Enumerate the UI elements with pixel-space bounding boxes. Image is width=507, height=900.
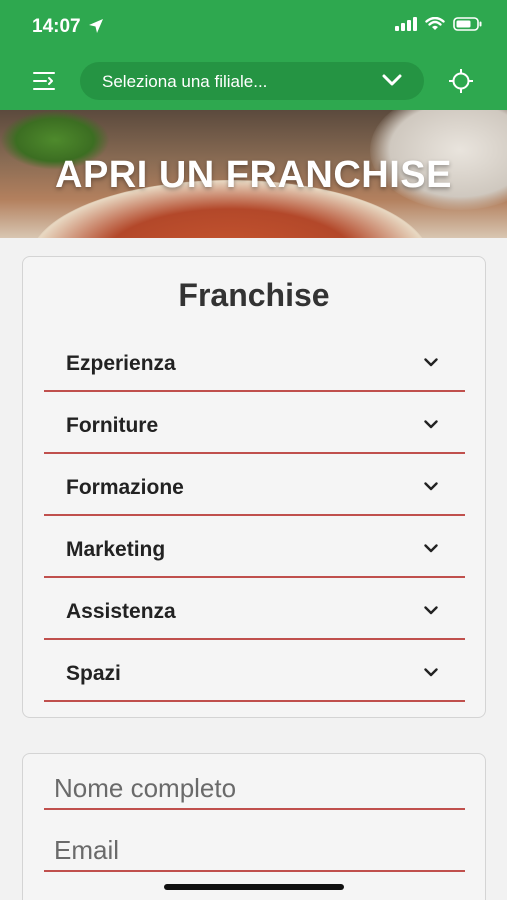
status-bar: 14:07: [0, 0, 507, 54]
franchise-card: Franchise Ezperienza Forniture Formazion…: [22, 256, 486, 718]
chevron-down-icon: [424, 668, 438, 677]
app-header: 14:07 Seleziona una filiale...: [0, 0, 507, 110]
status-time: 14:07: [32, 16, 81, 37]
chevron-down-icon: [424, 420, 438, 429]
contact-form-card: [22, 753, 486, 900]
full-name-field[interactable]: [44, 768, 465, 810]
chevron-down-icon: [424, 358, 438, 367]
chevron-down-icon: [424, 544, 438, 553]
accordion-label: Marketing: [66, 538, 166, 561]
accordion-label: Assistenza: [66, 600, 176, 623]
battery-icon: [453, 17, 482, 31]
hero-title: APRI UN FRANCHISE: [55, 154, 452, 196]
email-input[interactable]: [44, 830, 465, 870]
locate-target-icon[interactable]: [449, 69, 473, 93]
accordion-label: Spazi: [66, 662, 121, 685]
branch-select[interactable]: Seleziona una filiale...: [80, 62, 424, 100]
accordion-item-marketing[interactable]: Marketing: [44, 516, 465, 578]
accordion-item-assistenza[interactable]: Assistenza: [44, 578, 465, 640]
status-icons: [395, 17, 483, 31]
accordion-item-ezperienza[interactable]: Ezperienza: [44, 330, 465, 392]
chevron-down-icon: [424, 606, 438, 615]
accordion-label: Forniture: [66, 414, 159, 437]
full-name-input[interactable]: [44, 768, 465, 808]
accordion-item-formazione[interactable]: Formazione: [44, 454, 465, 516]
chevron-down-icon: [382, 74, 402, 86]
chevron-down-icon: [424, 482, 438, 491]
accordion-label: Formazione: [66, 476, 184, 499]
location-arrow-icon: [89, 19, 103, 33]
branch-select-label: Seleziona una filiale...: [102, 72, 268, 91]
accordion-label: Ezperienza: [66, 352, 176, 375]
accordion-item-spazi[interactable]: Spazi: [44, 640, 465, 702]
wifi-icon: [425, 17, 445, 30]
hero-banner: APRI UN FRANCHISE: [0, 110, 507, 238]
franchise-title: Franchise: [178, 277, 330, 313]
cellular-signal-icon: [395, 17, 417, 31]
accordion-item-forniture[interactable]: Forniture: [44, 392, 465, 454]
email-field[interactable]: [44, 830, 465, 872]
home-indicator: [164, 884, 344, 890]
menu-icon[interactable]: [32, 70, 56, 92]
top-nav: Seleziona una filiale...: [0, 60, 507, 102]
